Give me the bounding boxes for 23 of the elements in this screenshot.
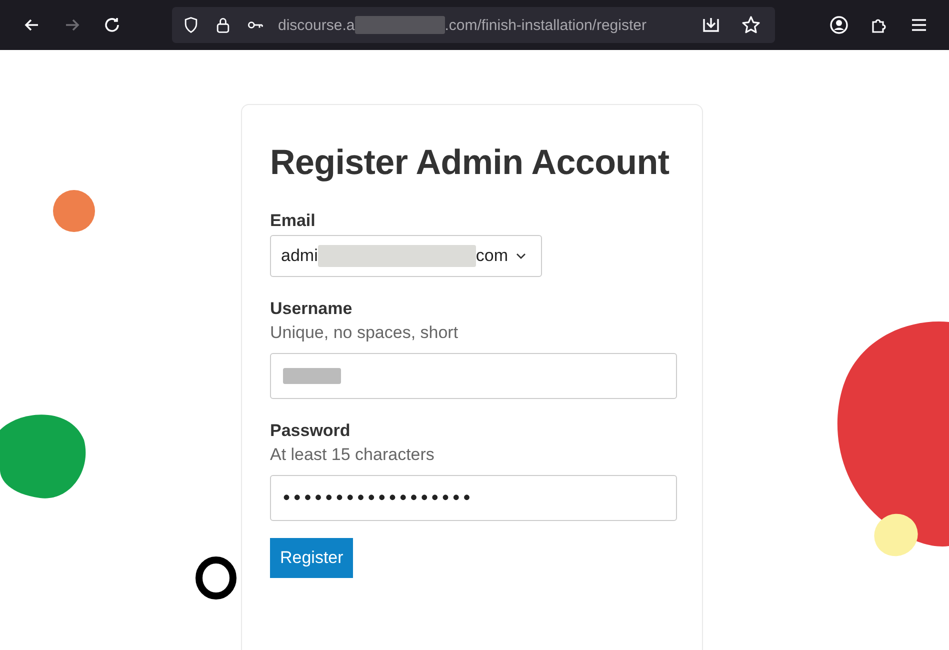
username-field[interactable] (270, 353, 677, 399)
lock-icon[interactable] (214, 16, 232, 34)
account-icon[interactable] (829, 15, 849, 35)
email-select[interactable]: admi com (270, 235, 542, 277)
form-title: Register Admin Account (270, 143, 670, 183)
register-button[interactable]: Register (270, 538, 354, 578)
circle-shape (52, 189, 96, 233)
reload-icon[interactable] (102, 15, 122, 35)
ring-shape (194, 555, 238, 601)
password-label: Password (270, 421, 352, 441)
url-end: .com/finish-installation/register (444, 16, 646, 34)
password-field[interactable]: •••••••••••••••••• (270, 475, 677, 521)
star-icon[interactable] (741, 15, 761, 35)
shield-icon[interactable] (182, 16, 200, 34)
chevron-icon (516, 253, 526, 259)
address-bar[interactable]: discourse.a .com/finish-installation/register (172, 7, 775, 43)
oval-shape (872, 512, 920, 558)
password-hint: At least 15 characters (270, 445, 436, 465)
download-icon[interactable] (701, 15, 721, 35)
email-label: Email (270, 211, 316, 231)
username-label: Username (270, 299, 354, 319)
username-hint: Unique, no spaces, short (270, 323, 460, 343)
url-start: discourse.a (278, 16, 355, 34)
